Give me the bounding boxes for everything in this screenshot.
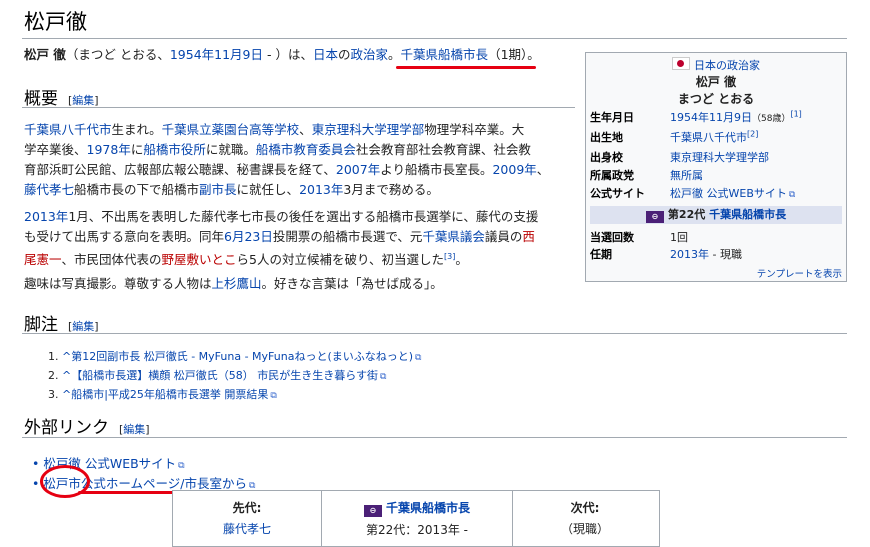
infobox-office-link[interactable]: 千葉県船橋市長: [709, 208, 786, 221]
overview-line-4: 藤代孝七船橋市長の下で船橋市副市長に就任し、2013年3月まで務める。: [24, 182, 439, 197]
overview-p3: 趣味は写真撮影。尊敬する人物は上杉鷹山。好きな言葉は「為せば成る」。: [24, 276, 443, 291]
external-link-icon: ⧉: [380, 372, 387, 382]
infobox-site-link[interactable]: 松戸徹 公式WEBサイト: [670, 187, 787, 200]
external-rule: [22, 437, 847, 438]
overview-p2-line-3: 尾憲一、市民団体代表の野屋敷いとこら5人の対立候補を破り、初当選した[3]。: [24, 252, 468, 268]
infobox-row-elections: 当選回数 1回: [590, 231, 688, 244]
funabashi-emblem-icon: ⊖: [363, 505, 382, 517]
highschool-link[interactable]: 千葉県立薬園台高等学校: [162, 122, 300, 137]
succession-box: 先代: 藤代孝七 ⊖ 千葉県船橋市長 第22代：2013年 - 次代: （現職）: [172, 490, 660, 547]
overview-line-3: 育部浜町公民館、広報部広報公聴課、秘書課長を経て、2007年より船橋市長室長。2…: [24, 162, 550, 177]
year-2009-link[interactable]: 2009年: [492, 162, 536, 177]
infobox-party-link[interactable]: 無所属: [670, 169, 703, 182]
succession-office: ⊖ 千葉県船橋市長 第22代：2013年 -: [321, 491, 513, 546]
edit-link-notes[interactable]: [編集]: [68, 320, 99, 333]
university-link[interactable]: 東京理科大学理学部: [312, 122, 425, 137]
year-2013-link-2[interactable]: 2013年: [24, 209, 68, 224]
overview-p2-line-1: 2013年1月、不出馬を表明した藤代孝七市長の後任を選出する船橋市長選挙に、藤代…: [24, 209, 539, 224]
overview-line-1: 千葉県八千代市生まれ。千葉県立薬園台高等学校、東京理科大学理学部物理学科卒業。大: [24, 122, 525, 137]
city-office-link[interactable]: 船橋市役所: [143, 142, 206, 157]
june-23-link[interactable]: 6月23日: [224, 229, 273, 244]
infobox: 日本の政治家 松戸 徹 まつど とおる 生年月日 1954年11月9日（58歳）[…: [585, 52, 847, 282]
subject-name: 松戸 徹: [24, 47, 66, 62]
education-board-link[interactable]: 船橋市教育委員会: [256, 142, 356, 157]
infobox-row-birthplace: 出生地 千葉県八千代市[2]: [590, 129, 759, 144]
uesugi-link[interactable]: 上杉鷹山: [212, 276, 262, 291]
reference-link-3[interactable]: 船橋市|平成25年船橋市長選挙 開票結果: [71, 388, 268, 401]
fujishiro-link[interactable]: 藤代孝七: [24, 182, 74, 197]
section-heading-external: 外部リンク [編集]: [24, 418, 150, 438]
edit-link-overview[interactable]: [編集]: [68, 94, 99, 107]
prefectural-assembly-link[interactable]: 千葉県議会: [422, 229, 485, 244]
reference-item-3: 3. ^船橋市|平成25年船橋市長選挙 開票結果 ⧉: [48, 388, 277, 401]
infobox-reading: まつど とおる: [677, 92, 755, 106]
vice-mayor-link[interactable]: 副市長: [199, 182, 237, 197]
page-title: 松戸徹: [24, 10, 87, 34]
funabashi-emblem-icon: ⊖: [645, 211, 664, 223]
external-link-icon: ⧉: [270, 391, 277, 401]
infobox-category: 日本の政治家: [586, 57, 846, 73]
succession-prev: 先代: 藤代孝七: [173, 491, 321, 546]
japan-flag-icon: [672, 57, 690, 70]
nishio-redlink-cont[interactable]: 尾憲一: [24, 252, 62, 267]
intro-paragraph: 松戸 徹（まつど とおる、1954年11月9日 - ）は、日本の政治家。千葉県船…: [24, 47, 540, 62]
infobox-row-party: 所属政党 無所属: [590, 169, 703, 182]
infobox-row-school: 出身校 東京理科大学理学部: [590, 151, 769, 164]
succession-next: 次代: （現職）: [560, 501, 609, 536]
infobox-office-header: ⊖ 第22代 千葉県船橋市長: [590, 206, 842, 224]
infobox-name: 松戸 徹: [695, 75, 737, 89]
birth-date-link[interactable]: 1954年11月9日: [170, 47, 263, 62]
section-heading-overview: 概要 [編集]: [24, 89, 99, 109]
succession-office-link[interactable]: 千葉県船橋市長: [386, 501, 470, 515]
title-rule: [22, 38, 847, 39]
external-link-icon: ⧉: [788, 190, 796, 200]
reference-link-2[interactable]: 【船橋市長選】横顔 松戸徹氏（58） 市民が生き生き暮らす街: [71, 369, 378, 382]
infobox-row-term: 任期 2013年 - 現職: [590, 248, 742, 261]
external-link-icon: ⧉: [415, 353, 422, 363]
ref-3-sup[interactable]: [3]: [444, 252, 455, 261]
overview-p2-line-2: も受けて出馬する意向を表明。同年6月23日投開票の船橋市長選で、元千葉県議会議員…: [24, 229, 535, 244]
year-2013-link[interactable]: 2013年: [299, 182, 343, 197]
overview-line-2: 学卒業後、1978年に船橋市役所に就職。船橋市教育委員会社会教育部社会教育課、社…: [24, 142, 531, 157]
section-heading-notes: 脚注 [編集]: [24, 315, 99, 335]
overview-rule: [22, 107, 575, 108]
mayor-link[interactable]: 千葉県船橋市長: [401, 47, 489, 62]
year-2007-link[interactable]: 2007年: [336, 162, 380, 177]
infobox-school-link[interactable]: 東京理科大学理学部: [670, 151, 769, 164]
infobox-row-site: 公式サイト 松戸徹 公式WEBサイト ⧉: [590, 187, 796, 200]
predecessor-link[interactable]: 藤代孝七: [173, 520, 321, 537]
infobox-birth-link[interactable]: 1954年11月9日: [670, 111, 752, 124]
external-link-icon: ⧉: [178, 461, 185, 471]
country-link[interactable]: 日本: [313, 47, 338, 62]
infobox-term-link[interactable]: 2013年: [670, 248, 709, 261]
year-1978-link[interactable]: 1978年: [87, 142, 131, 157]
reference-item-2: 2. ^【船橋市長選】横顔 松戸徹氏（58） 市民が生き生き暮らす街 ⧉: [48, 369, 387, 382]
infobox-category-link[interactable]: 日本の政治家: [694, 59, 760, 72]
infobox-row-birth: 生年月日 1954年11月9日（58歳）[1]: [590, 109, 802, 124]
reference-link-1[interactable]: 第12回副市長 松戸徹氏 - MyFuna - MyFunaねっと(まいふなねっ…: [71, 350, 413, 363]
notes-rule: [22, 333, 847, 334]
reference-item-1: 1. ^第12回副市長 松戸徹氏 - MyFuna - MyFunaねっと(まい…: [48, 350, 422, 363]
nishio-redlink[interactable]: 西: [522, 229, 535, 244]
politician-link[interactable]: 政治家: [351, 47, 389, 62]
annotation-underline-mayor: [396, 66, 536, 69]
edit-link-external[interactable]: [編集]: [119, 423, 150, 436]
show-template-link[interactable]: テンプレートを表示: [757, 266, 842, 280]
infobox-birthplace-link[interactable]: 千葉県八千代市: [670, 131, 747, 144]
birthplace-link[interactable]: 千葉県八千代市: [24, 122, 112, 137]
noyashiki-redlink[interactable]: 野屋敷いとこ: [162, 252, 237, 267]
